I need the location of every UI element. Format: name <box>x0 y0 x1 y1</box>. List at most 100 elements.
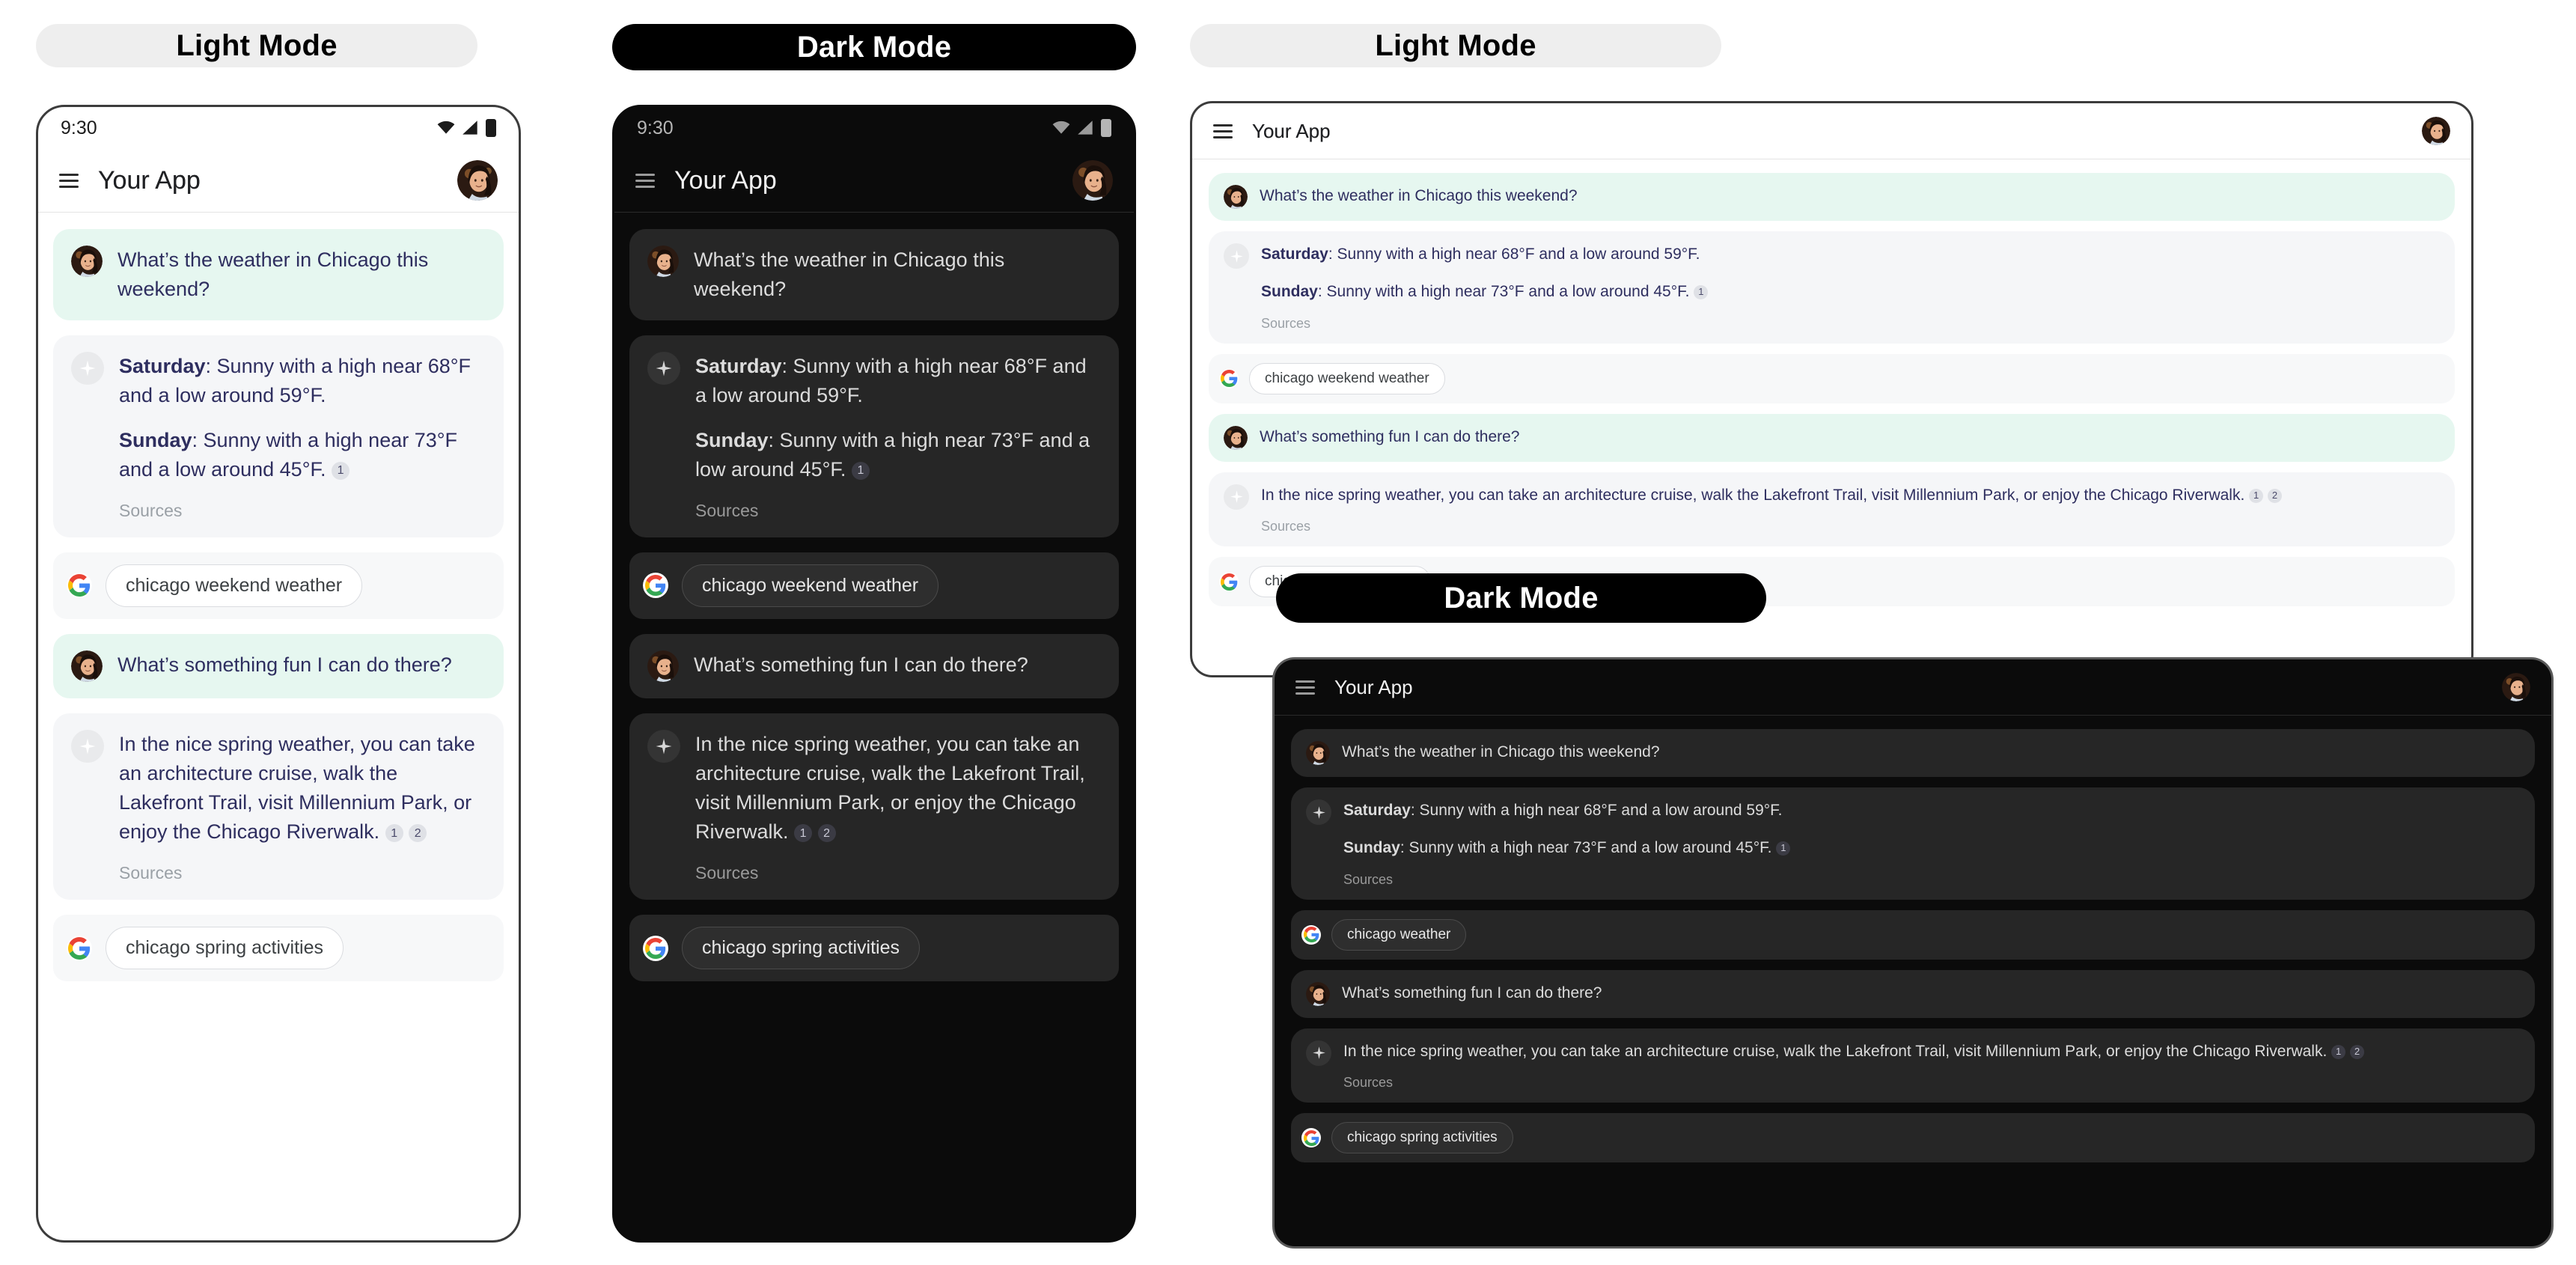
message-assistant: Saturday: Sunny with a high near 68°F an… <box>1291 787 2535 900</box>
assistant-text: In the nice spring weather, you can take… <box>1261 486 2245 504</box>
app-title: Your App <box>674 165 777 195</box>
battery-icon <box>1101 119 1111 137</box>
status-time: 9:30 <box>61 117 97 138</box>
user-avatar[interactable] <box>1072 160 1113 201</box>
conversation-list: What’s the weather in Chicago this weeke… <box>614 213 1134 1013</box>
day-label: Sunday <box>1343 839 1400 857</box>
google-search-chip-row[interactable]: chicago spring activities <box>53 915 504 982</box>
day-text: : Sunny with a high near 73°F and a low … <box>1400 839 1772 857</box>
user-avatar <box>71 246 103 277</box>
ai-sparkle-icon <box>1224 484 1249 510</box>
message-assistant: Saturday: Sunny with a high near 68°F an… <box>1209 231 2455 344</box>
status-time: 9:30 <box>637 117 674 138</box>
user-avatar[interactable] <box>2422 117 2450 145</box>
citation-badge[interactable]: 2 <box>817 824 836 843</box>
message-text: What’s something fun I can do there? <box>694 653 1028 676</box>
sources-label: Sources <box>119 863 183 883</box>
message-assistant: In the nice spring weather, you can take… <box>629 713 1119 900</box>
user-avatar <box>1224 425 1248 450</box>
app-bar: Your App <box>38 149 519 212</box>
search-query-pill[interactable]: chicago weekend weather <box>1249 362 1445 394</box>
google-g-logo <box>643 935 668 961</box>
day-text: : Sunny with a high near 73°F and a low … <box>1317 283 1690 301</box>
sources-label: Sources <box>119 500 183 520</box>
status-icons <box>1052 118 1111 138</box>
mode-pill-text: Dark Mode <box>796 30 952 64</box>
user-avatar <box>647 650 679 682</box>
status-bar: 9:30 <box>614 107 1134 149</box>
citation-badge[interactable]: 2 <box>2267 488 2282 503</box>
label-dark-mode-tablet: Dark Mode <box>1276 573 1766 623</box>
google-search-chip-row[interactable]: chicago spring activities <box>629 915 1119 982</box>
day-text: : Sunny with a high near 68°F and a low … <box>1410 802 1783 819</box>
conversation-list: What’s the weather in Chicago this weeke… <box>1192 159 2471 630</box>
assistant-paragraph: In the nice spring weather, you can take… <box>695 730 1101 847</box>
message-user: What’s the weather in Chicago this weeke… <box>1291 729 2535 777</box>
day-label: Saturday <box>1343 802 1411 819</box>
assistant-paragraph: Saturday: Sunny with a high near 68°F an… <box>119 352 486 410</box>
day-label: Sunday <box>1261 283 1318 301</box>
sources-label: Sources <box>695 863 759 883</box>
citation-badge[interactable]: 1 <box>794 824 813 843</box>
search-query-pill[interactable]: chicago spring activities <box>106 927 344 970</box>
search-query-pill[interactable]: chicago spring activities <box>1331 1122 1513 1154</box>
google-search-chip-row[interactable]: chicago weekend weather <box>1209 353 2455 403</box>
message-text: What’s the weather in Chicago this weeke… <box>1342 743 1660 760</box>
google-search-chip-row[interactable]: chicago weekend weather <box>629 552 1119 619</box>
google-search-chip-row[interactable]: chicago weekend weather <box>53 552 504 619</box>
ai-sparkle-icon <box>1306 799 1331 825</box>
google-g-logo <box>1301 1128 1321 1148</box>
citation-badge[interactable]: 1 <box>385 824 403 843</box>
message-user: What’s something fun I can do there? <box>53 633 504 698</box>
citation-badge[interactable]: 2 <box>409 824 427 843</box>
google-search-chip-row[interactable]: chicago spring activities <box>1291 1113 2535 1163</box>
message-user: What’s something fun I can do there? <box>1291 969 2535 1018</box>
google-search-chip-row[interactable]: chicago weather <box>1291 909 2535 960</box>
message-text: What’s something fun I can do there? <box>117 653 452 676</box>
message-assistant: In the nice spring weather, you can take… <box>53 713 504 900</box>
device-tablet-dark: Your App What’s the weather in Chicago t… <box>1272 657 2554 1249</box>
ai-sparkle-icon <box>71 352 104 385</box>
citation-badge[interactable]: 2 <box>2349 1044 2364 1059</box>
assistant-paragraph: Sunday: Sunny with a high near 73°F and … <box>1343 837 2520 859</box>
hamburger-menu-icon[interactable] <box>1213 124 1233 138</box>
search-query-pill[interactable]: chicago weather <box>1331 918 1467 951</box>
message-user: What’s something fun I can do there? <box>1209 413 2455 462</box>
citation-badge[interactable]: 1 <box>1694 285 1709 300</box>
day-label: Sunday <box>695 428 769 451</box>
mode-pill-text: Light Mode <box>176 28 338 62</box>
hamburger-menu-icon[interactable] <box>635 173 655 188</box>
user-avatar[interactable] <box>457 160 498 201</box>
message-assistant: Saturday: Sunny with a high near 68°F an… <box>53 335 504 537</box>
message-user: What’s the weather in Chicago this weeke… <box>53 229 504 321</box>
sources-label: Sources <box>1343 1075 1394 1091</box>
citation-badge[interactable]: 1 <box>851 461 870 480</box>
message-assistant: In the nice spring weather, you can take… <box>1209 472 2455 547</box>
search-query-pill[interactable]: chicago spring activities <box>682 927 921 970</box>
label-light-mode-phone: Light Mode <box>36 24 477 67</box>
message-text: What’s the weather in Chicago this weeke… <box>1260 187 1578 204</box>
day-label: Sunday <box>119 428 192 451</box>
message-text: What’s something fun I can do there? <box>1342 984 1602 1002</box>
ai-sparkle-icon <box>647 352 680 385</box>
search-query-pill[interactable]: chicago weekend weather <box>106 564 363 607</box>
wifi-icon <box>1052 121 1070 134</box>
citation-badge[interactable]: 1 <box>2331 1044 2346 1059</box>
status-bar: 9:30 <box>38 107 519 149</box>
citation-badge[interactable]: 1 <box>332 461 350 480</box>
hamburger-menu-icon[interactable] <box>1295 680 1315 695</box>
status-icons <box>436 118 496 138</box>
mode-pill-text: Light Mode <box>1375 28 1536 62</box>
wifi-icon <box>437 121 455 134</box>
hamburger-menu-icon[interactable] <box>59 173 79 188</box>
citation-badge[interactable]: 1 <box>1776 841 1791 856</box>
message-text: What’s something fun I can do there? <box>1260 427 1520 445</box>
assistant-paragraph: In the nice spring weather, you can take… <box>119 730 486 847</box>
search-query-pill[interactable]: chicago weekend weather <box>682 564 939 607</box>
google-g-logo <box>67 573 92 599</box>
user-avatar[interactable] <box>2502 673 2530 701</box>
citation-badge[interactable]: 1 <box>2249 488 2264 503</box>
conversation-list: What’s the weather in Chicago this weeke… <box>38 213 519 1013</box>
assistant-paragraph: Sunday: Sunny with a high near 73°F and … <box>695 426 1101 484</box>
google-g-logo <box>643 573 668 599</box>
